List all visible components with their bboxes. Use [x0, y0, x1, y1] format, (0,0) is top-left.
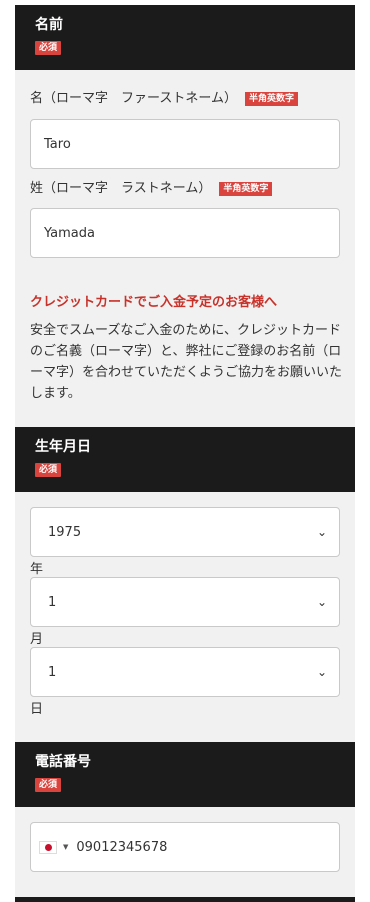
first-name-input[interactable]: Taro: [30, 119, 340, 169]
year-select[interactable]: 1975 ⌄: [30, 507, 340, 557]
month-select[interactable]: 1 ⌄: [30, 577, 340, 627]
next-section-header: [15, 897, 355, 902]
credit-card-notice-title: クレジットカードでご入金予定のお客様へ: [30, 295, 278, 310]
last-name-label: 姓（ローマ字 ラストネーム） 半角英数字: [30, 180, 273, 198]
required-badge: 必須: [35, 41, 62, 55]
phone-value: 09012345678: [76, 839, 168, 855]
halfwidth-badge: 半角英数字: [244, 92, 298, 106]
birthdate-section-header: 生年月日 必須: [15, 427, 355, 492]
first-name-value: Taro: [44, 136, 71, 152]
credit-card-notice-body: 安全でスムーズなご入金のために、クレジットカードのご名義（ローマ字）と、弊社にご…: [30, 323, 343, 401]
last-name-value: Yamada: [44, 225, 95, 241]
month-label: 月: [30, 632, 44, 647]
day-value: 1: [48, 664, 57, 680]
last-name-label-text: 姓（ローマ字 ラストネーム）: [30, 181, 212, 196]
chevron-down-icon: ⌄: [316, 595, 327, 609]
month-value: 1: [48, 594, 57, 610]
day-select[interactable]: 1 ⌄: [30, 647, 340, 697]
registration-form: 名前 必須 名（ローマ字 ファーストネーム） 半角英数字 Taro 姓（ローマ字…: [15, 5, 355, 902]
year-value: 1975: [48, 524, 82, 540]
phone-section-header: 電話番号 必須: [15, 742, 355, 807]
year-label: 年: [30, 562, 44, 577]
japan-flag-icon: [39, 840, 57, 854]
country-selector[interactable]: ▼: [39, 840, 76, 854]
section-title: 名前: [35, 17, 63, 33]
section-title: 電話番号: [35, 754, 91, 770]
section-title: 生年月日: [35, 439, 91, 455]
required-badge: 必須: [35, 778, 62, 792]
first-name-label: 名（ローマ字 ファーストネーム） 半角英数字: [30, 90, 298, 108]
halfwidth-badge: 半角英数字: [219, 182, 273, 196]
day-label: 日: [30, 702, 44, 717]
chevron-down-icon: ⌄: [316, 525, 327, 539]
name-section-header: 名前 必須: [15, 5, 355, 70]
chevron-down-icon: ⌄: [316, 665, 327, 679]
phone-input[interactable]: ▼ 09012345678: [30, 822, 340, 872]
required-badge: 必須: [35, 463, 62, 477]
first-name-label-text: 名（ローマ字 ファーストネーム）: [30, 91, 237, 106]
last-name-input[interactable]: Yamada: [30, 208, 340, 258]
caret-down-icon: ▼: [63, 843, 69, 851]
